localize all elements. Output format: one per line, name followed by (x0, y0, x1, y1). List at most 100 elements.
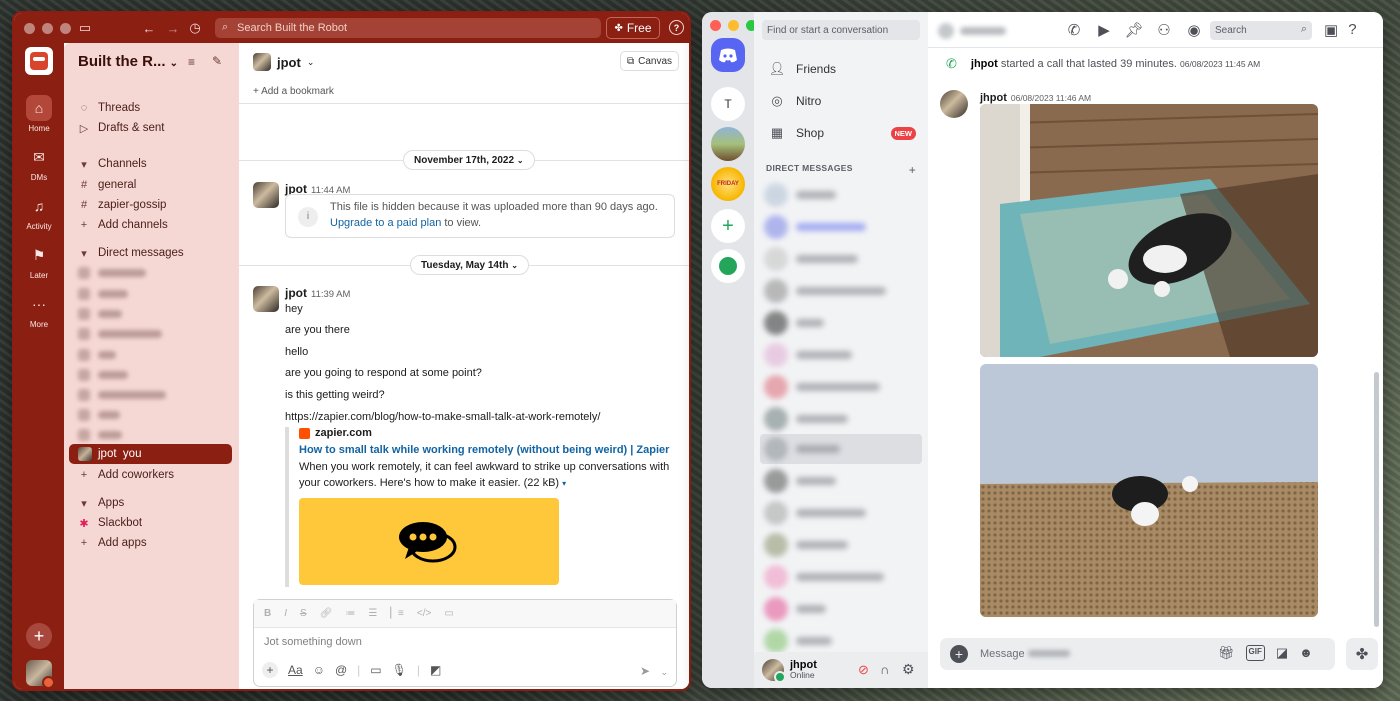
apps-section-header[interactable]: ▾ Apps (78, 494, 236, 512)
workspace-icon[interactable] (25, 47, 53, 75)
send-icon[interactable]: ➤ (640, 664, 650, 678)
nav-shop[interactable]: ▦ Shop NEW (762, 120, 920, 146)
dms-section-header[interactable]: ▾ Direct messages (78, 244, 236, 262)
ordered-list-icon[interactable]: ≔ (345, 608, 355, 619)
history-icon[interactable]: ◷ (186, 19, 204, 37)
inbox-icon[interactable]: ▣ (1324, 21, 1338, 39)
gif-icon[interactable]: GIF (1245, 645, 1265, 661)
blurred-dm[interactable] (764, 532, 848, 558)
emoji-icon[interactable]: ☺ (313, 663, 325, 677)
server-t[interactable]: T (711, 87, 745, 121)
blurred-dm[interactable] (78, 287, 128, 301)
blurred-dm[interactable] (764, 182, 836, 208)
sidebar-item-drafts[interactable]: ▷ Drafts & sent (78, 119, 236, 137)
cat-photo-1[interactable] (980, 104, 1318, 357)
message-author[interactable]: jhpot (980, 92, 1007, 104)
blockquote-icon[interactable]: ▏≡ (390, 608, 404, 619)
settings-gear-icon[interactable]: ⚙ (902, 661, 915, 678)
compose-icon[interactable]: ✎ (212, 54, 222, 68)
create-dm-plus-icon[interactable]: + (909, 163, 916, 177)
discord-home-button[interactable] (711, 38, 745, 72)
link-icon[interactable]: 🔗︎ (320, 608, 333, 619)
blurred-dm[interactable] (764, 246, 858, 272)
blurred-dm[interactable] (764, 278, 886, 304)
user-info[interactable]: jhpot Online (790, 659, 817, 681)
add-coworkers-button[interactable]: + Add coworkers (78, 466, 236, 484)
rail-dms[interactable]: ✉ DMs (14, 144, 64, 183)
search-input[interactable]: Search ⌕ (1210, 21, 1312, 40)
message-link[interactable]: https://zapier.com/blog/how-to-make-smal… (285, 411, 600, 423)
user-avatar[interactable] (762, 659, 786, 683)
canvas-button[interactable]: ⧉ Canvas (619, 51, 679, 71)
help-icon[interactable]: ? (669, 20, 684, 35)
free-plan-button[interactable]: ✤ Free (606, 17, 660, 39)
send-options-chevron-icon[interactable]: ⌄ (660, 667, 668, 678)
add-channels-button[interactable]: + Add channels (78, 216, 236, 234)
sidebar-item-zapier-gossip[interactable]: # zapier-gossip (78, 196, 236, 214)
italic-icon[interactable]: I (284, 608, 287, 619)
blurred-dm[interactable] (78, 368, 128, 382)
channels-section-header[interactable]: ▾ Channels (78, 155, 236, 173)
upgrade-link[interactable]: Upgrade to a paid plan (330, 217, 441, 229)
minimize-button[interactable] (728, 20, 739, 31)
blurred-dm[interactable] (764, 500, 866, 526)
blurred-dm[interactable] (764, 214, 866, 240)
video-icon[interactable]: ▭ (370, 663, 381, 677)
call-author[interactable]: jhpot (971, 58, 998, 70)
bold-icon[interactable]: B (264, 608, 271, 619)
zoom-button[interactable] (60, 22, 71, 34)
add-apps-button[interactable]: + Add apps (78, 534, 236, 552)
muted-microphone-icon[interactable]: ⊘ (858, 662, 869, 678)
blurred-dm[interactable] (78, 408, 120, 422)
chevron-down-icon[interactable]: ⌄ (307, 57, 315, 68)
emoji-icon[interactable]: ☻ (1299, 645, 1313, 661)
sidebar-item-jpot-self[interactable]: jpot you (69, 444, 232, 464)
apps-button[interactable]: ✤ (1346, 638, 1378, 670)
message-composer[interactable]: B I S 🔗︎ ≔ ☰ ▏≡ </> ▭ Jot something down + Aa ☺… (253, 599, 677, 687)
pinned-messages-icon[interactable]: 📌︎ (1124, 21, 1144, 39)
add-workspace-button[interactable]: + (26, 623, 52, 649)
sidebar-item-slackbot[interactable]: ✱ Slackbot (78, 514, 236, 532)
headphones-icon[interactable]: ∩ (880, 662, 889, 677)
server-icon-image[interactable] (711, 127, 745, 161)
date-divider[interactable]: Tuesday, May 14th ⌄ (410, 255, 529, 275)
sidebar-toggle-icon[interactable]: ▭ (76, 19, 94, 37)
blurred-dm[interactable] (764, 436, 840, 462)
rail-more[interactable]: ··· More (14, 291, 64, 329)
blurred-dm[interactable] (764, 564, 884, 590)
blurred-dm[interactable] (764, 310, 824, 336)
add-bookmark-button[interactable]: + Add a bookmark (253, 86, 334, 97)
nav-friends[interactable]: 👤︎ Friends (762, 56, 920, 82)
mention-icon[interactable]: @ (335, 663, 347, 677)
unfurl-image[interactable] (299, 498, 559, 585)
blurred-dm[interactable] (78, 327, 162, 341)
close-button[interactable] (710, 20, 721, 31)
sidebar-item-general[interactable]: # general (78, 176, 236, 194)
blurred-dm[interactable] (78, 428, 122, 442)
blurred-dm[interactable] (764, 342, 852, 368)
plus-icon[interactable]: + (262, 662, 278, 678)
blurred-dm[interactable] (764, 628, 832, 654)
blurred-dm[interactable] (764, 374, 880, 400)
forward-arrow-icon[interactable]: → (164, 19, 182, 37)
code-block-icon[interactable]: ▭ (444, 608, 453, 619)
server-icon-friday[interactable]: FRIDAY (711, 167, 745, 201)
date-divider[interactable]: November 17th, 2022 ⌄ (403, 150, 535, 170)
find-conversation-input[interactable]: Find or start a conversation (762, 20, 920, 40)
slack-search-bar[interactable]: ⌕ Search Built the Robot (215, 18, 601, 38)
strikethrough-icon[interactable]: S (300, 608, 307, 619)
blurred-dm[interactable] (764, 468, 836, 494)
rail-later[interactable]: ⚑ Later (14, 242, 64, 281)
channel-title[interactable]: jpot (277, 55, 301, 70)
add-server-button[interactable]: + (711, 209, 745, 243)
avatar[interactable] (940, 90, 968, 118)
sticker-icon[interactable]: ◪ (1276, 645, 1288, 661)
help-icon[interactable]: ? (1348, 21, 1356, 39)
composer-placeholder[interactable]: Jot something down (264, 636, 362, 648)
nav-nitro[interactable]: ◎ Nitro (762, 88, 920, 114)
composer-placeholder[interactable]: Message (980, 648, 1070, 660)
message-composer[interactable]: + Message 🎁︎ GIF ◪ ☻ (940, 638, 1335, 670)
blurred-dm[interactable] (764, 406, 848, 432)
video-call-icon[interactable]: ▶ (1094, 21, 1114, 39)
microphone-icon[interactable]: 🎙︎ (392, 663, 407, 677)
